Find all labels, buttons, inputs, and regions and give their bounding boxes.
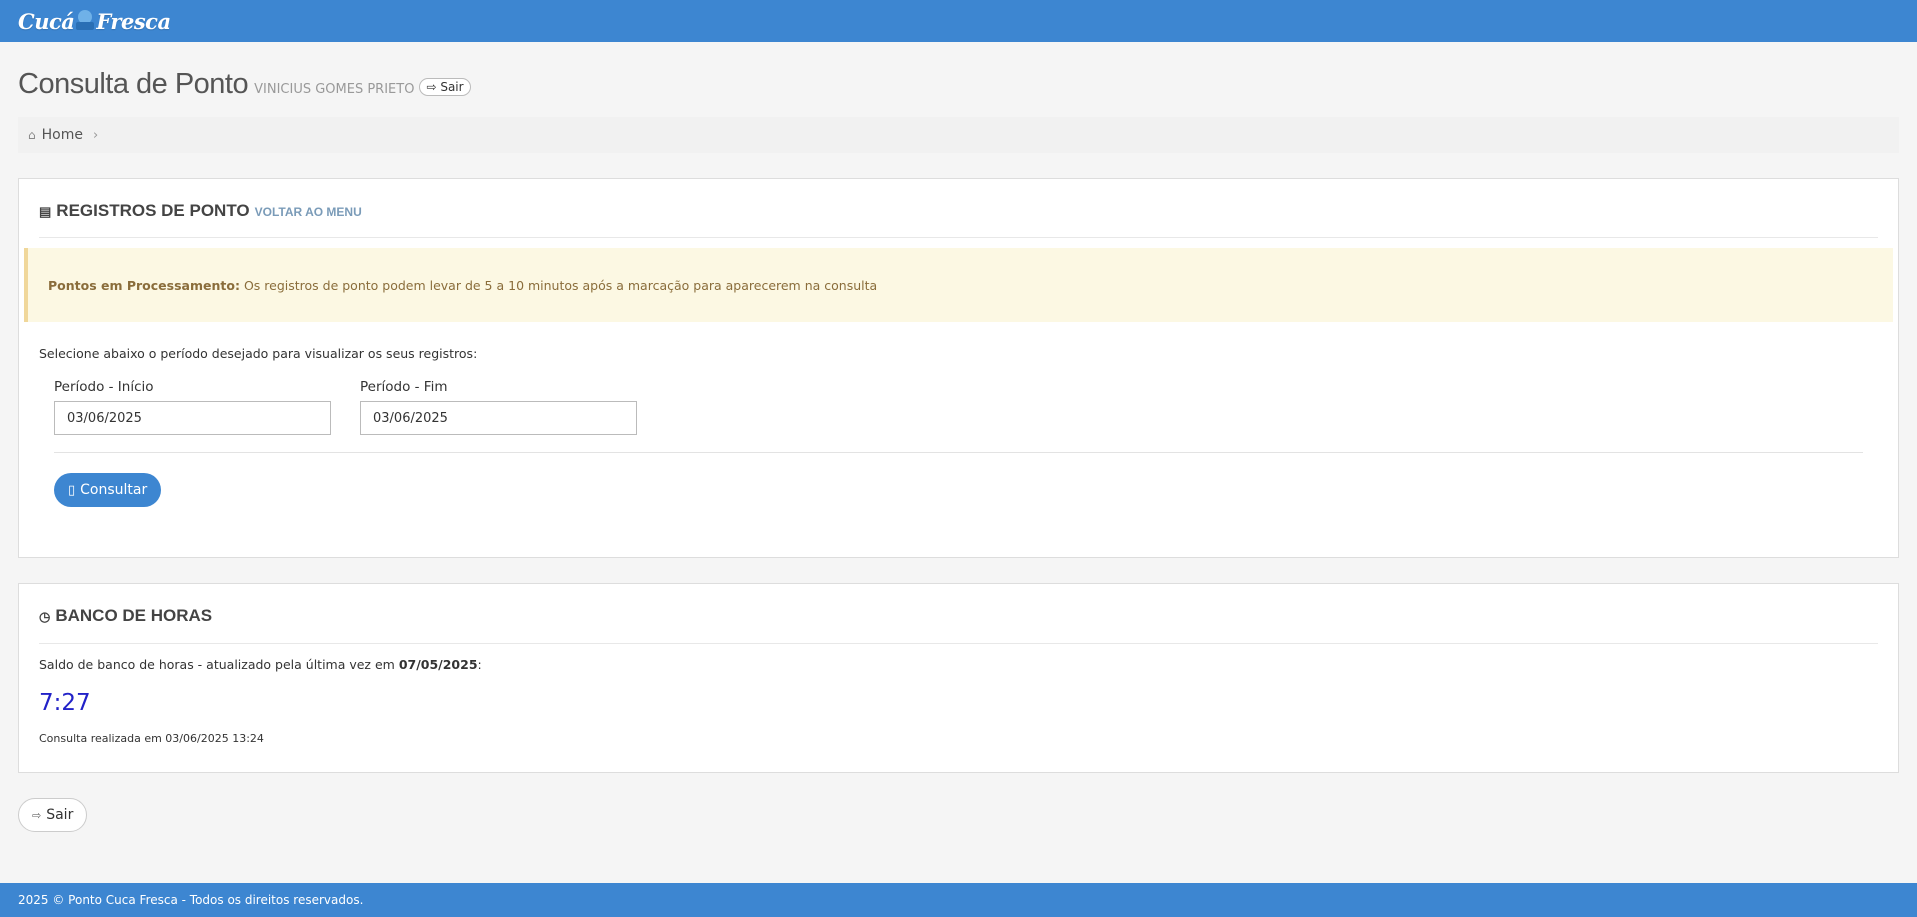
alert-message: Os registros de ponto podem levar de 5 a… (243, 277, 878, 293)
page-header: Consulta de Ponto VINICIUS GOMES PRIETO … (18, 68, 471, 101)
period-help-text: Selecione abaixo o período desejado para… (39, 346, 478, 361)
logo-text-left: Cucá (18, 8, 75, 34)
panel-divider (39, 643, 1878, 644)
clock-icon: ◷ (39, 609, 51, 624)
saldo-value: 7:27 (39, 690, 91, 716)
logout-label: Sair (46, 807, 74, 823)
banco-title-text: BANCO DE HORAS (55, 606, 213, 625)
saldo-description: Saldo de banco de horas - atualizado pel… (39, 657, 482, 672)
page-footer: 2025 © Ponto Cuca Fresca - Todos os dire… (0, 883, 1917, 917)
breadcrumb: ⌂ Home › (18, 117, 1899, 153)
registros-panel: ▤ REGISTROS DE PONTO VOLTAR AO MENU Pont… (18, 178, 1899, 558)
saldo-suffix: : (477, 657, 482, 672)
breadcrumb-separator: › (92, 127, 99, 143)
start-date-input[interactable] (54, 401, 331, 435)
top-navbar: Cucá Fresca (0, 0, 1917, 42)
back-to-menu-link[interactable]: VOLTAR AO MENU (255, 205, 362, 219)
end-date-input[interactable] (360, 401, 637, 435)
saldo-update-date: 07/05/2025 (398, 657, 478, 672)
sign-out-icon: ⇨ (32, 808, 42, 822)
page-title: Consulta de Ponto (18, 68, 249, 100)
form-divider (54, 452, 1863, 453)
consultar-label: Consultar (80, 482, 148, 498)
saldo-prefix: Saldo de banco de horas - atualizado pel… (39, 657, 399, 672)
start-date-group: Período - Início (54, 379, 331, 435)
footer-copyright: 2025 © Ponto Cuca Fresca - Todos os dire… (18, 893, 364, 907)
logout-button[interactable]: ⇨ Sair (18, 798, 88, 832)
end-date-group: Período - Fim (360, 379, 637, 435)
consultar-button[interactable]: ▯ Consultar (54, 473, 162, 507)
banco-panel-title: ◷ BANCO DE HORAS (39, 606, 212, 626)
alert-title: Pontos em Processamento: (48, 277, 240, 293)
header-logout-button[interactable]: ⇨ Sair (419, 78, 471, 96)
registros-panel-title: ▤ REGISTROS DE PONTO VOLTAR AO MENU (39, 201, 362, 221)
book-icon: ▤ (39, 204, 52, 219)
user-name: VINICIUS GOMES PRIETO (254, 82, 415, 97)
banco-horas-panel: ◷ BANCO DE HORAS Saldo de banco de horas… (18, 583, 1899, 773)
header-logout-label: Sair (440, 80, 464, 94)
logo-text-right: Fresca (96, 8, 171, 34)
registros-title-text: REGISTROS DE PONTO (56, 201, 250, 220)
home-icon: ⌂ (28, 128, 36, 142)
processing-alert: Pontos em Processamento: Os registros de… (24, 248, 1893, 322)
end-date-label: Período - Fim (360, 379, 448, 395)
panel-divider (39, 237, 1878, 238)
logo-emblem-icon (76, 10, 95, 32)
sign-out-icon: ⇨ (426, 80, 437, 94)
file-icon: ▯ (68, 482, 76, 498)
start-date-label: Período - Início (54, 379, 154, 395)
breadcrumb-home-link[interactable]: Home (42, 127, 83, 143)
consulta-timestamp: Consulta realizada em 03/06/2025 13:24 (39, 732, 264, 745)
cuca-fresca-logo[interactable]: Cucá Fresca (18, 9, 171, 34)
